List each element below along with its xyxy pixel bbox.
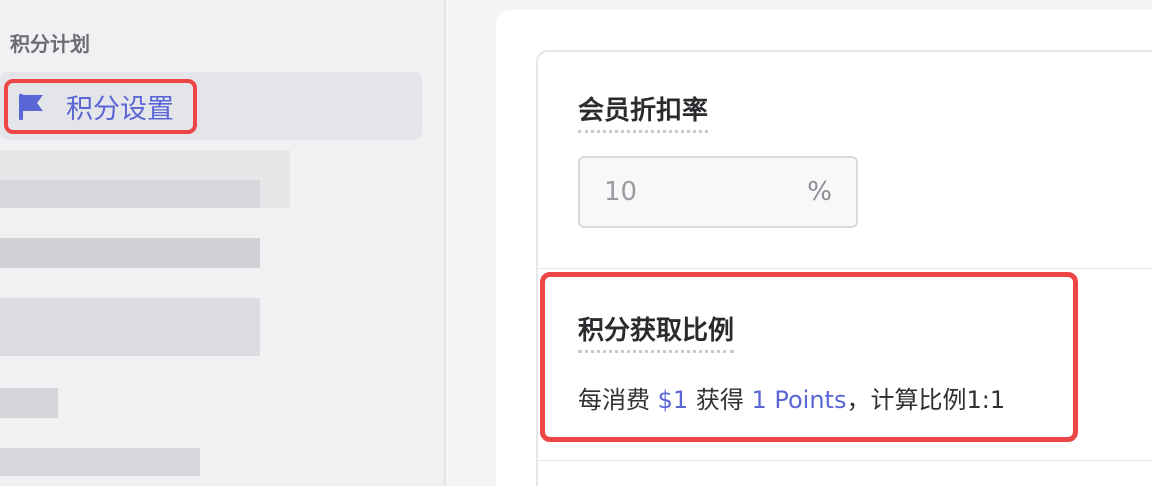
redacted-nav-item [0,238,260,268]
redacted-nav-item [0,298,260,356]
sidebar-item-points-settings[interactable]: 积分设置 [4,79,197,134]
percent-suffix: % [807,177,832,207]
discount-rate-field[interactable]: % [578,156,858,228]
redacted-nav-item [0,180,260,208]
points-ratio-description: 每消费 $1 获得 1 Points，计算比例1:1 [578,380,1005,415]
points-amount-link[interactable]: 1 Points [751,386,846,414]
flag-icon [19,93,43,120]
sidebar-section-title: 积分计划 [10,32,90,56]
highlight-box [540,272,1078,442]
redacted-nav-item [0,388,58,418]
points-ratio-label: 积分获取比例 [578,314,735,353]
row-divider [538,460,1152,461]
ratio-prefix: 每消费 [578,386,650,414]
row-divider [538,268,1152,269]
discount-rate-label: 会员折扣率 [578,94,709,133]
ratio-middle: 获得 [695,386,744,414]
sidebar: 积分计划 积分设置 [0,0,446,486]
ratio-suffix: ，计算比例1:1 [846,386,1006,414]
discount-rate-input[interactable] [604,177,754,207]
redacted-nav-item [0,448,200,476]
spend-amount-link[interactable]: $1 [658,386,689,414]
sidebar-item-label: 积分设置 [66,94,174,125]
